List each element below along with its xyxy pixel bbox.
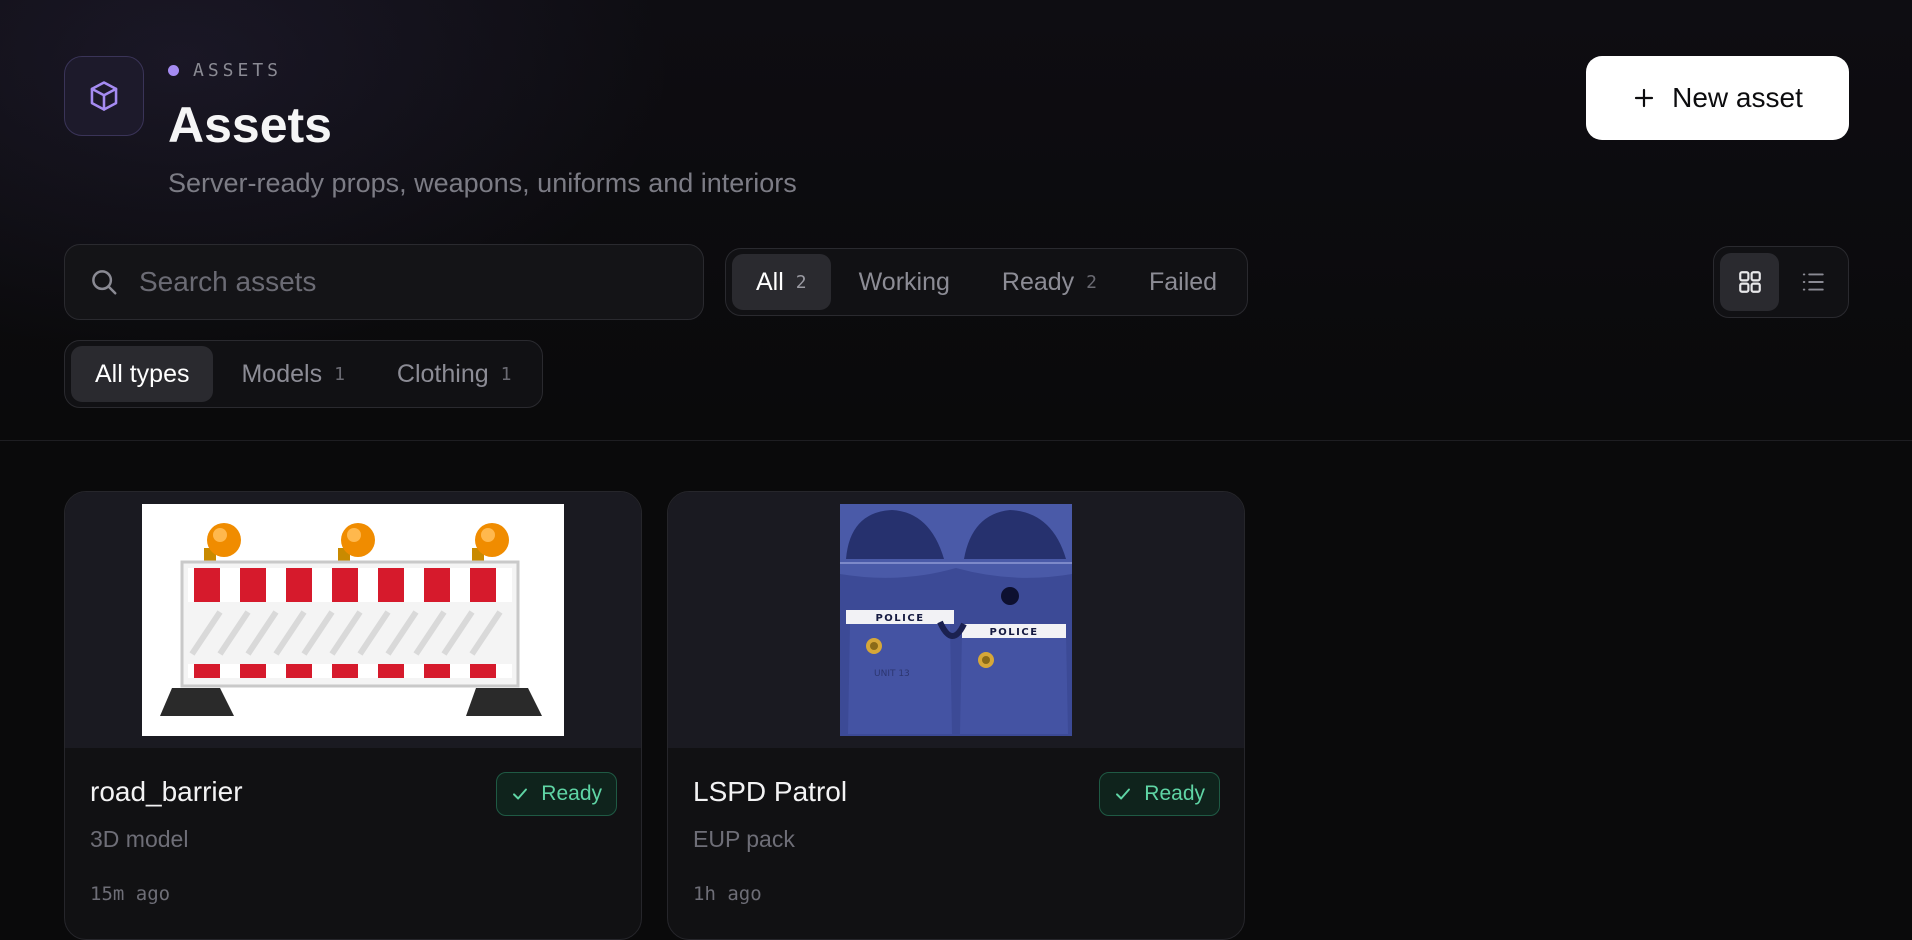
filter-label: Working [858,267,950,296]
plus-icon [1635,88,1654,108]
search-box[interactable] [64,244,704,320]
status-filter: All 2 Working Ready 2 Failed [725,248,1249,316]
unit-label: UNIT 13 [874,669,910,679]
police-label: POLICE [875,613,924,624]
section-divider [0,440,1912,441]
asset-timestamp: 1h ago [693,883,762,905]
filter-label: Clothing [396,359,489,388]
filter-ready[interactable]: Ready 2 [978,254,1121,310]
asset-thumbnail [65,492,641,748]
police-uniform-texture-image: POLICE POLICE UNIT 13 [840,504,1072,736]
accent-dot [168,65,179,76]
filter-failed[interactable]: Failed [1125,254,1241,310]
page-title: Assets [168,97,332,153]
asset-name: road_barrier [90,776,243,807]
filter-label: Failed [1149,267,1218,296]
road-barrier-image [142,504,564,736]
new-asset-label: New asset [1672,82,1803,113]
check-icon [1116,788,1131,800]
filter-count: 1 [500,363,512,385]
status-label: Ready [541,782,602,805]
filter-label: All [756,267,784,296]
eyebrow-label: ASSETS [193,60,283,81]
filter-label: Models [241,359,323,388]
view-toggle [1713,246,1849,318]
asset-timestamp: 15m ago [90,883,171,905]
page-subtitle: Server-ready props, weapons, uniforms an… [168,168,797,198]
type-models[interactable]: Models 1 [217,346,368,402]
filter-count: 2 [1086,271,1097,293]
search-input[interactable] [139,266,659,298]
type-all[interactable]: All types [71,346,214,402]
check-icon [513,788,528,800]
grid-view-icon [1738,271,1761,293]
search-icon [92,270,117,295]
asset-type: EUP pack [693,826,795,852]
filter-working[interactable]: Working [835,254,974,310]
filter-count: 1 [334,363,345,385]
new-asset-button[interactable]: New asset [1586,56,1849,140]
section-eyebrow: ASSETS [168,60,282,81]
asset-thumbnail: POLICE POLICE UNIT 13 [668,492,1244,748]
type-clothing[interactable]: Clothing 1 [373,346,536,402]
status-badge: Ready [1099,772,1220,816]
status-badge: Ready [496,772,617,816]
list-view-icon [1802,273,1824,291]
filter-all[interactable]: All 2 [732,254,831,310]
asset-card[interactable]: road_barrier Ready 3D model 15m ago [64,491,642,940]
police-label: POLICE [989,627,1038,638]
list-view-button[interactable] [1783,253,1842,311]
type-filter: All types Models 1 Clothing 1 [64,340,543,408]
asset-type: 3D model [90,826,189,852]
grid-view-button[interactable] [1720,253,1779,311]
assets-page: ASSETS Assets Server-ready props, weapon… [0,0,1912,940]
status-label: Ready [1144,782,1205,805]
filter-label: Ready [1001,267,1075,296]
filter-count: 2 [795,271,807,293]
cube-icon [64,56,144,136]
red-white-stripes [188,568,512,602]
asset-card[interactable]: POLICE POLICE UNIT 13 LSPD Patrol Ready … [667,491,1245,940]
filter-label: All types [95,359,190,388]
asset-name: LSPD Patrol [693,776,848,807]
